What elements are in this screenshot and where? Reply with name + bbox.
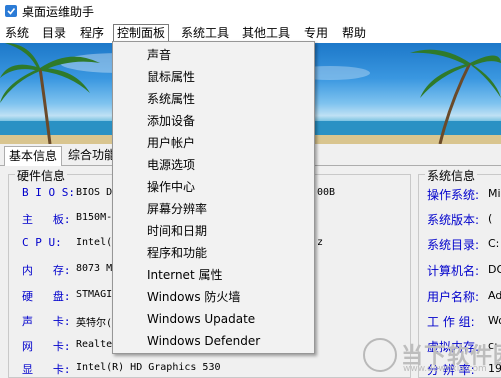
system-info-title: 系统信息 — [425, 167, 478, 184]
hw-label-motherboard: 主 板: — [22, 213, 71, 226]
menu-item-windows-defender[interactable]: Windows Defender — [113, 330, 314, 352]
hw-value-bios-tail: 00B — [317, 187, 336, 198]
hw-value-bios: BIOS D — [76, 187, 113, 198]
hw-value-sound: 英特尔( — [76, 318, 113, 329]
watermark: 当下软件园 www.downxia.com — [363, 336, 501, 378]
control-panel-dropdown: 声音 鼠标属性 系统属性 添加设备 用户帐户 电源选项 操作中心 屏幕分辨率 时… — [112, 41, 315, 354]
hw-value-graphics: Intel(R) HD Graphics 530 — [76, 362, 221, 373]
hw-label-memory: 内 存: — [22, 264, 71, 277]
watermark-logo-icon — [363, 338, 397, 372]
hw-value-motherboard: B150M- — [76, 212, 113, 223]
sys-value-username: Ad — [488, 289, 501, 302]
app-icon — [5, 5, 17, 17]
hw-value-disk: STMAGI — [76, 289, 113, 300]
hw-value-memory: 8073 M — [76, 263, 113, 274]
menu-item-power-options[interactable]: 电源选项 — [113, 154, 314, 176]
menu-system[interactable]: 系统 — [2, 24, 32, 42]
sys-value-directory: C: — [488, 237, 500, 250]
hw-label-cpu: C P U: — [22, 236, 62, 249]
hw-label-sound: 声 卡: — [22, 315, 71, 328]
watermark-url: www.downxia.com — [403, 364, 487, 374]
menu-directory[interactable]: 目录 — [39, 24, 69, 42]
menu-item-action-center[interactable]: 操作中心 — [113, 176, 314, 198]
sys-value-workgroup: Wo — [488, 314, 501, 327]
hw-value-network: Realte — [76, 339, 113, 350]
menu-item-sound[interactable]: 声音 — [113, 44, 314, 66]
title-bar: 桌面运维助手 — [0, 0, 501, 22]
sys-label-directory: 系统目录: — [427, 238, 480, 252]
menu-item-user-accounts[interactable]: 用户帐户 — [113, 132, 314, 154]
sys-value-computer-name: DO — [488, 263, 501, 276]
tab-basic-info[interactable]: 基本信息 — [4, 146, 63, 167]
hardware-info-title: 硬件信息 — [15, 167, 68, 184]
hw-label-network: 网 卡: — [22, 340, 71, 353]
menu-bar: 系统 目录 程序 控制面板 系统工具 其他工具 专用 帮助 — [0, 22, 501, 43]
menu-system-tools[interactable]: 系统工具 — [178, 24, 232, 42]
hw-label-bios: B I O S: — [22, 186, 75, 199]
window-title: 桌面运维助手 — [22, 5, 95, 19]
menu-special[interactable]: 专用 — [301, 24, 331, 42]
menu-help[interactable]: 帮助 — [339, 24, 369, 42]
menu-item-screen-resolution[interactable]: 屏幕分辨率 — [113, 198, 314, 220]
menu-item-programs-features[interactable]: 程序和功能 — [113, 242, 314, 264]
hw-label-disk: 硬 盘: — [22, 290, 71, 303]
menu-item-windows-firewall[interactable]: Windows 防火墙 — [113, 286, 314, 308]
sys-label-workgroup: 工 作 组: — [427, 315, 475, 329]
hw-label-graphics: 显 卡: — [22, 363, 71, 376]
sys-value-os: Mi — [488, 187, 501, 200]
sys-label-username: 用户名称: — [427, 290, 480, 304]
menu-item-add-device[interactable]: 添加设备 — [113, 110, 314, 132]
menu-item-system-properties[interactable]: 系统属性 — [113, 88, 314, 110]
menu-control-panel[interactable]: 控制面板 — [113, 24, 170, 42]
sys-label-computer-name: 计算机名: — [427, 264, 480, 278]
menu-item-date-time[interactable]: 时间和日期 — [113, 220, 314, 242]
menu-other-tools[interactable]: 其他工具 — [239, 24, 293, 42]
hw-value-cpu-tail: z — [317, 237, 324, 248]
menu-item-mouse-properties[interactable]: 鼠标属性 — [113, 66, 314, 88]
sys-value-version: ( — [488, 212, 493, 225]
menu-item-internet-properties[interactable]: Internet 属性 — [113, 264, 314, 286]
menu-item-windows-update[interactable]: Windows Upadate — [113, 308, 314, 330]
sys-label-version: 系统版本: — [427, 213, 480, 227]
hw-value-cpu: Intel( — [76, 237, 113, 248]
sys-label-os: 操作系统: — [427, 188, 480, 202]
menu-programs[interactable]: 程序 — [77, 24, 107, 42]
